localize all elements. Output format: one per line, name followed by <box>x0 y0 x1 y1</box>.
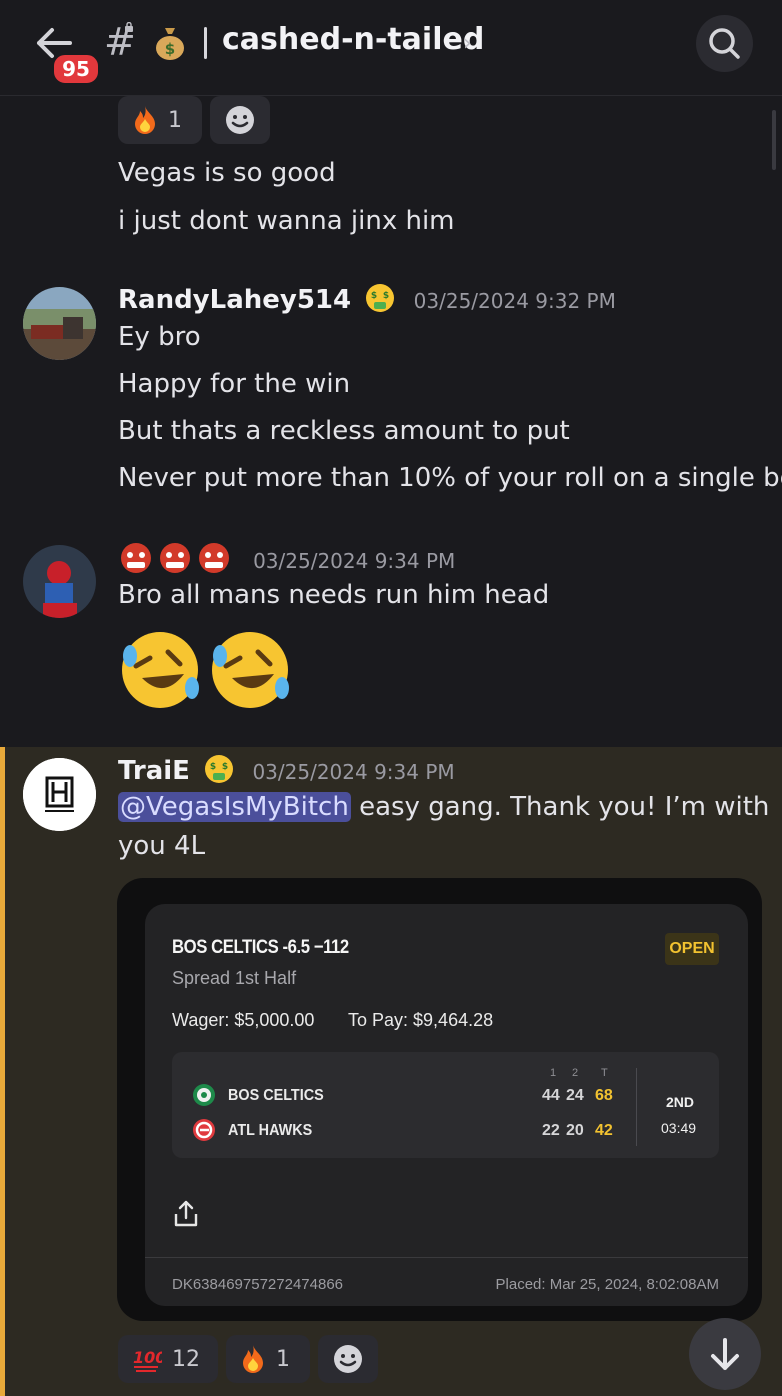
bet-title: BOS CELTICS -6.5 −112 <box>172 937 349 958</box>
scrollbar[interactable] <box>772 110 776 170</box>
arrow-down-icon <box>711 1338 739 1370</box>
message-header: RandyLahey514 $ $ 03/25/2024 9:32 PM <box>118 282 616 315</box>
channel-name[interactable]: cashed-n-tailed <box>222 22 484 57</box>
score-q2: 20 <box>566 1122 584 1139</box>
fire-icon <box>243 1345 263 1373</box>
lock-icon <box>125 22 133 32</box>
add-reaction-button[interactable] <box>318 1335 378 1383</box>
share-icon[interactable] <box>173 1200 199 1228</box>
reaction-count: 12 <box>172 1346 200 1372</box>
timestamp: 03/25/2024 9:34 PM <box>253 549 456 573</box>
reaction-count: 1 <box>276 1346 290 1372</box>
card-divider <box>145 1257 748 1258</box>
username-emojis[interactable] <box>118 543 245 575</box>
hawks-logo-icon <box>193 1119 215 1141</box>
placed-date: Placed: Mar 25, 2024, 8:02:08AM <box>495 1276 719 1293</box>
score-q1: 44 <box>542 1087 560 1104</box>
message-line: Vegas is so good <box>118 158 336 188</box>
message-line: you 4L <box>118 831 206 861</box>
team-name: BOS CELTICS <box>228 1087 324 1104</box>
game-clock: 03:49 <box>661 1120 697 1136</box>
bet-slip-card[interactable]: BOS CELTICS -6.5 −112 Spread 1st Half OP… <box>145 904 748 1306</box>
celtics-logo-icon <box>193 1084 215 1106</box>
message-line: Happy for the win <box>118 369 351 399</box>
jump-to-bottom-button[interactable] <box>689 1318 761 1390</box>
message-text: easy gang. Thank you! I’m with <box>350 792 770 822</box>
svg-text:$: $ <box>210 762 216 772</box>
user-mention[interactable]: @VegasIsMyBitch <box>118 792 351 822</box>
smiley-icon <box>334 1345 362 1373</box>
money-bag-icon: $ <box>156 28 184 60</box>
avatar[interactable] <box>23 758 96 831</box>
wager-amount: Wager: $5,000.00 <box>172 1010 315 1030</box>
message-line: i just dont wanna jinx him <box>118 206 455 236</box>
to-pay-amount: To Pay: $9,464.28 <box>348 1010 494 1030</box>
message-line: Never put more than 10% of your roll on … <box>118 463 782 493</box>
scoreboard: 1 2 T BOS CELTICS 44 24 68 ATL HAWKS 22 … <box>172 1052 719 1158</box>
bet-id: DK638469757272474866 <box>172 1276 343 1293</box>
username[interactable]: RandyLahey514 <box>118 285 351 315</box>
reaction-count: 1 <box>168 107 182 133</box>
quarter-header: 1 <box>550 1067 557 1079</box>
status-badge: OPEN <box>665 933 719 965</box>
quarter-header: 2 <box>572 1067 579 1079</box>
game-period: 2ND <box>666 1094 695 1110</box>
search-button[interactable] <box>696 15 753 72</box>
username[interactable]: TraiE <box>118 756 190 786</box>
header-divider <box>204 27 207 59</box>
money-mouth-icon: $ $ <box>205 755 234 783</box>
message-line: Ey bro <box>118 322 201 352</box>
search-icon <box>709 28 740 59</box>
avatar[interactable] <box>23 545 96 618</box>
chevron-right-icon[interactable]: › <box>463 31 472 56</box>
unread-badge: 95 <box>51 52 101 86</box>
score-total: 68 <box>595 1087 613 1104</box>
ogre-icon <box>121 543 229 573</box>
score-q2: 24 <box>566 1087 584 1104</box>
message-header: TraiE $ $ 03/25/2024 9:34 PM <box>118 753 455 786</box>
rolling-laughing-icon <box>122 632 289 708</box>
svg-text:$: $ <box>222 762 228 772</box>
message-header: 03/25/2024 9:34 PM <box>118 540 455 576</box>
avatar[interactable] <box>23 287 96 360</box>
message-line: Bro all mans needs run him head <box>118 580 550 610</box>
quarter-header: T <box>601 1067 608 1079</box>
team-name: ATL HAWKS <box>228 1122 313 1139</box>
scoreboard-divider <box>636 1068 637 1146</box>
message-line: But thats a reckless amount to put <box>118 416 570 446</box>
svg-text:$: $ <box>371 291 377 301</box>
svg-text:$: $ <box>165 40 175 58</box>
add-reaction-button[interactable] <box>210 96 270 144</box>
svg-text:$: $ <box>383 291 389 301</box>
score-q1: 22 <box>542 1122 560 1139</box>
hundred-points-icon: 100 <box>133 1348 162 1372</box>
reaction-fire[interactable]: 1 <box>226 1335 310 1383</box>
reaction-fire[interactable]: 1 <box>118 96 202 144</box>
reaction-hundred[interactable]: 100 12 <box>118 1335 218 1383</box>
svg-text:100: 100 <box>133 1348 162 1367</box>
fire-icon <box>135 106 155 134</box>
timestamp: 03/25/2024 9:34 PM <box>252 760 455 784</box>
score-total: 42 <box>595 1122 613 1139</box>
money-mouth-icon: $ $ <box>366 284 395 312</box>
message-line: @VegasIsMyBitch easy gang. Thank you! I’… <box>118 792 769 822</box>
channel-header: 95 # $ cashed-n-tailed › <box>0 0 782 96</box>
bet-subtitle: Spread 1st Half <box>172 968 297 988</box>
timestamp: 03/25/2024 9:32 PM <box>413 289 616 313</box>
smiley-icon <box>226 106 254 134</box>
mention-highlight-bar <box>0 747 5 1396</box>
